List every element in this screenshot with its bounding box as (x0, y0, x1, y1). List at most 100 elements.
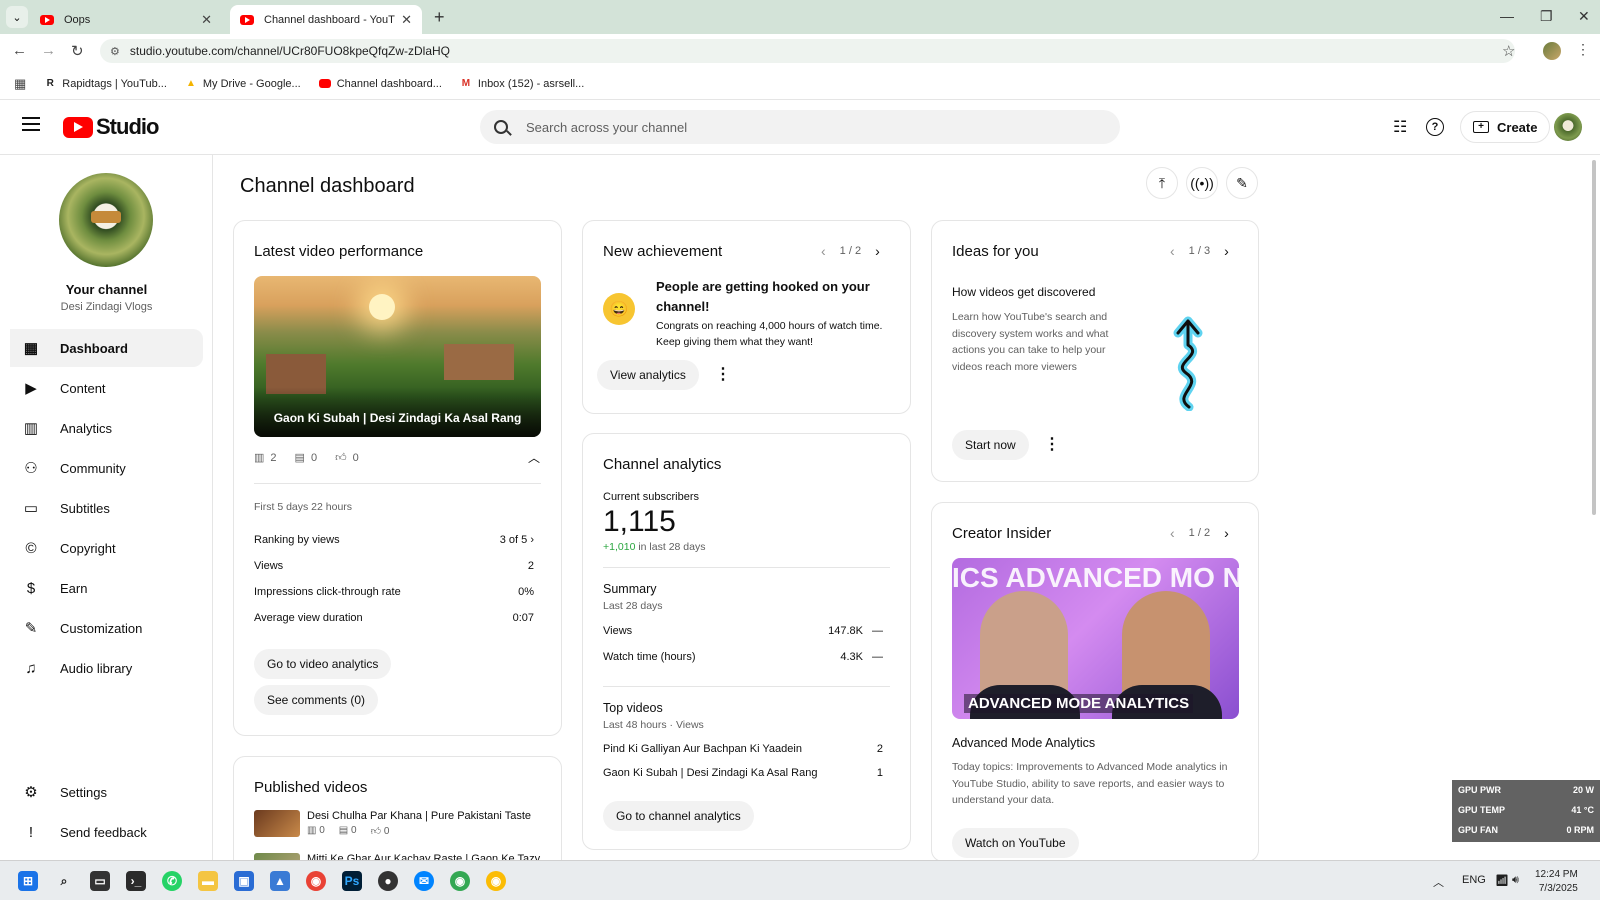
browser-tab-dashboard[interactable]: Channel dashboard - YouTube S ✕ (230, 5, 422, 34)
chevron-left-icon[interactable]: ‹ (821, 243, 826, 259)
tab-search-button[interactable]: ⌄ (6, 6, 28, 28)
ranking-row[interactable]: Ranking by views 3 of 5 › (254, 534, 534, 546)
messenger-icon[interactable]: ✉ (414, 871, 434, 891)
forward-icon[interactable]: → (41, 42, 56, 59)
list-item[interactable]: Desi Chulha Par Khana | Pure Pakistani T… (254, 810, 531, 837)
top-video-row[interactable]: Pind Ki Galliyan Aur Bachpan Ki Yaadein … (603, 743, 883, 755)
more-options-icon[interactable]: ⋮ (715, 364, 731, 384)
create-post-button[interactable]: ✎ (1226, 167, 1258, 199)
bookmark-channel-dashboard[interactable]: Channel dashboard... (318, 78, 442, 90)
sidebar-item-earn[interactable]: $ Earn (10, 569, 203, 607)
terminal-icon[interactable]: ›_ (126, 871, 146, 891)
system-clock[interactable]: 12:24 PM 7/3/2025 (1535, 868, 1578, 896)
see-comments-button[interactable]: See comments (0) (254, 685, 379, 715)
chevron-right-icon[interactable]: › (1224, 525, 1229, 541)
go-live-button[interactable]: ((•)) (1186, 167, 1218, 199)
watch-on-youtube-button[interactable]: Watch on YouTube (952, 828, 1079, 858)
whatsapp-icon[interactable]: ✆ (162, 871, 182, 891)
url-input[interactable]: ⚙ studio.youtube.com/channel/UCr80FUO8kp… (100, 39, 1515, 63)
sidebar: Your channel Desi Zindagi Vlogs ▦ Dashbo… (0, 155, 213, 860)
file-explorer-icon[interactable]: ▬ (198, 871, 218, 891)
volume-icon[interactable]: 🔊︎ (1512, 874, 1519, 887)
wifi-icon[interactable]: 📶︎ (1495, 874, 1509, 887)
reload-icon[interactable]: ↻ (71, 42, 84, 60)
summary-title: Summary (603, 582, 657, 596)
tray-overflow-icon[interactable]: ︿ (1433, 874, 1444, 890)
search-input[interactable]: Search across your channel (480, 110, 1120, 144)
bookmark-inbox[interactable]: M Inbox (152) - asrsell... (460, 78, 585, 90)
search-icon (494, 120, 508, 134)
studio-logo[interactable]: Studio (63, 114, 159, 140)
steam-icon[interactable]: ● (378, 871, 398, 891)
sidebar-item-content[interactable]: ▶ Content (10, 369, 203, 407)
sidebar-item-label: Audio library (60, 660, 133, 676)
go-to-video-analytics-button[interactable]: Go to video analytics (254, 649, 392, 679)
site-info-icon[interactable]: ⚙ (110, 45, 120, 58)
channel-name: Desi Zindagi Vlogs (60, 301, 153, 313)
sidebar-item-audio-library[interactable]: ♫ Audio library (10, 649, 203, 687)
row-value: 2 (876, 743, 883, 755)
create-button[interactable]: + Create (1460, 111, 1551, 143)
subscriber-change: +1,010 in last 28 days (603, 541, 705, 553)
chrome-profile-icon[interactable]: ◉ (450, 871, 470, 891)
sidebar-item-community[interactable]: ⚇ Community (10, 449, 203, 487)
bookmark-my-drive[interactable]: ▲ My Drive - Google... (185, 78, 301, 90)
chrome-icon[interactable]: ◉ (306, 871, 326, 891)
page-scrollbar[interactable] (1592, 160, 1596, 515)
minimize-icon[interactable]: — (1500, 8, 1514, 24)
close-tab-icon[interactable]: ✕ (401, 12, 412, 28)
youtube-favicon-icon (240, 14, 254, 25)
start-now-button[interactable]: Start now (952, 430, 1029, 460)
chevron-up-icon[interactable]: ︿ (528, 449, 540, 466)
chrome-profile-icon[interactable]: ◉ (486, 871, 506, 891)
more-options-icon[interactable]: ⋮ (1044, 434, 1060, 454)
feature-requests-icon[interactable]: ☷ (1393, 117, 1407, 137)
new-tab-icon[interactable]: + (434, 7, 445, 28)
browser-profile-avatar[interactable] (1543, 42, 1561, 60)
sidebar-item-customization[interactable]: ✎ Customization (10, 609, 203, 647)
photoshop-icon[interactable]: Ps (342, 871, 362, 891)
search-icon[interactable]: ⌕ (54, 871, 74, 891)
browser-menu-icon[interactable]: ⋮ (1576, 41, 1590, 58)
sidebar-item-analytics[interactable]: ▥ Analytics (10, 409, 203, 447)
house-shape (444, 344, 514, 380)
latest-video-thumbnail[interactable]: Gaon Ki Subah | Desi Zindagi Ka Asal Ran… (254, 276, 541, 437)
restore-icon[interactable]: ❐ (1540, 8, 1553, 25)
view-analytics-button[interactable]: View analytics (597, 360, 699, 390)
windows-start-icon[interactable]: ⊞ (18, 871, 38, 891)
close-tab-icon[interactable]: ✕ (201, 12, 212, 28)
task-view-icon[interactable]: ▭ (90, 871, 110, 891)
chevron-right-icon[interactable]: › (875, 243, 880, 259)
upload-videos-button[interactable]: ⤒ (1146, 167, 1178, 199)
language-indicator[interactable]: ENG (1462, 874, 1486, 886)
account-avatar[interactable] (1554, 113, 1582, 141)
sidebar-item-send-feedback[interactable]: ! Send feedback (10, 813, 203, 851)
close-window-icon[interactable]: ✕ (1578, 8, 1590, 25)
sidebar-item-subtitles[interactable]: ▭ Subtitles (10, 489, 203, 527)
channel-avatar[interactable] (59, 173, 153, 267)
bookmark-rapidtags[interactable]: R Rapidtags | YouTub... (44, 78, 167, 90)
apps-grid-icon[interactable]: ▦ (14, 76, 26, 92)
your-channel-label: Your channel (65, 282, 148, 297)
menu-icon[interactable] (22, 117, 40, 131)
store-icon[interactable]: ▣ (234, 871, 254, 891)
top-video-row[interactable]: Gaon Ki Subah | Desi Zindagi Ka Asal Ran… (603, 767, 883, 779)
video-thumbnail (254, 810, 300, 837)
row-value: 2 (527, 560, 534, 572)
go-to-channel-analytics-button[interactable]: Go to channel analytics (603, 801, 754, 831)
chevron-left-icon[interactable]: ‹ (1170, 525, 1175, 541)
sidebar-item-settings[interactable]: ⚙ Settings (10, 773, 203, 811)
bookmark-star-icon[interactable]: ☆ (1502, 42, 1515, 60)
chevron-right-icon[interactable]: › (1224, 243, 1229, 259)
views-icon: ▥ (307, 825, 317, 836)
sidebar-item-copyright[interactable]: © Copyright (10, 529, 203, 567)
chevron-left-icon[interactable]: ‹ (1170, 243, 1175, 259)
back-icon[interactable]: ← (12, 42, 27, 59)
row-value: 147.8K (828, 625, 863, 637)
browser-tab-oops[interactable]: Oops ✕ (30, 5, 222, 34)
photos-icon[interactable]: ▲ (270, 871, 290, 891)
sidebar-item-dashboard[interactable]: ▦ Dashboard (10, 329, 203, 367)
gpu-metric-value: 41 °C (1571, 805, 1594, 815)
creator-insider-thumbnail[interactable]: ICS ADVANCED MO NCED MODE A DANALYTICS A… (952, 558, 1239, 719)
help-icon[interactable]: ? (1426, 118, 1444, 136)
